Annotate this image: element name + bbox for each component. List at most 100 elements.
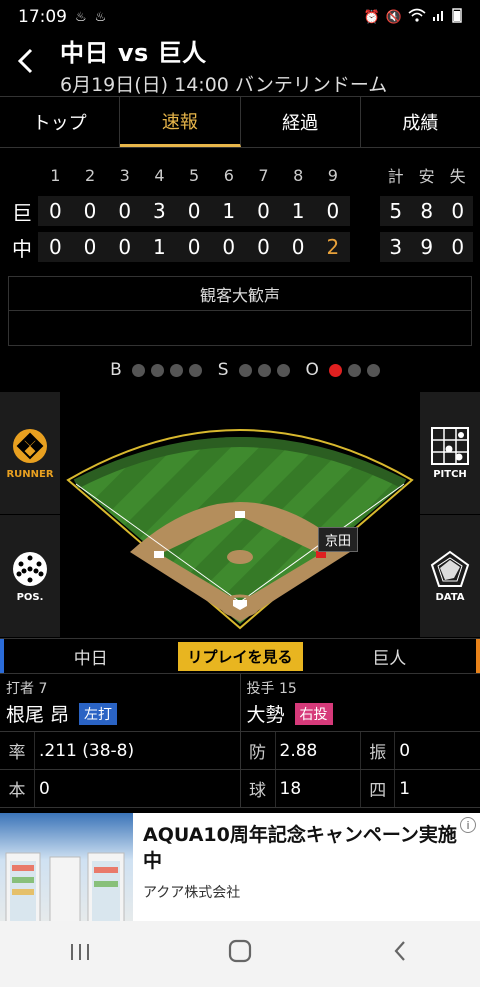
stat-value: 0	[394, 732, 480, 769]
inning-header: 6	[223, 165, 234, 185]
inning-header: 5	[189, 165, 200, 185]
ad-company: アクア株式会社	[143, 885, 241, 902]
pitcher-stats: 防 2.88 振 0 球 18 四 1	[239, 732, 480, 808]
strike-dot	[276, 363, 290, 377]
notification-icon: ♨	[94, 9, 107, 25]
team-abbr: 巨	[12, 200, 32, 225]
status-bar: 17:09 ♨ ♨ ⏰ 🔇	[0, 0, 480, 34]
status-icons: ⏰ 🔇	[364, 7, 462, 27]
inning-score: 0	[176, 232, 212, 262]
out-dot	[347, 363, 361, 377]
batter-name[interactable]: 根尾 昂	[6, 700, 69, 727]
batter-info: 打者 7 根尾 昂 左打	[0, 674, 240, 731]
runner-label: RUNNER	[6, 468, 54, 480]
tab-stats[interactable]: 成績	[361, 97, 480, 147]
pitch-button[interactable]: PITCH	[420, 392, 480, 515]
hits-header: 安	[418, 167, 435, 186]
tab-live[interactable]: 速報	[120, 97, 241, 147]
inning-score: 0	[246, 232, 281, 262]
inning-score-current: 2	[315, 232, 351, 262]
stat-value: 18	[274, 770, 361, 807]
strike-dot	[238, 363, 252, 377]
inning-score: 0	[72, 196, 108, 226]
pitcher-role: 投手 15	[246, 681, 297, 697]
baseball-field: 京田	[60, 392, 420, 638]
inning-header: 9	[327, 165, 338, 185]
right-side-buttons: PITCH DATA	[420, 392, 480, 638]
first-base-occupied	[316, 551, 326, 558]
page-title: 中日 vs 巨人	[60, 39, 207, 67]
pitcher-hand-badge: 右投	[294, 702, 333, 725]
inning-score: 0	[280, 232, 316, 262]
inning-score: 0	[38, 232, 73, 262]
total-errors: 0	[442, 232, 474, 262]
teams-bar: 中日 リプレイを見る 巨人	[0, 638, 480, 674]
inning-score: 0	[176, 196, 212, 226]
batter-name-row: 根尾 昂 左打	[6, 700, 234, 727]
inning-score: 0	[72, 232, 108, 262]
total-runs: 5	[380, 196, 412, 226]
header: 中日 vs 巨人 6月19日(日) 14:00 バンテリンドーム	[0, 34, 480, 96]
field-diagram	[66, 429, 414, 630]
status-left: 17:09 ♨ ♨	[18, 7, 106, 27]
ball-dot	[150, 363, 164, 377]
play-message: 観客大歓声	[9, 277, 471, 311]
recent-apps-icon[interactable]	[50, 939, 110, 969]
total-hits: 9	[411, 232, 443, 262]
pitch-label: PITCH	[433, 468, 467, 480]
tab-progress[interactable]: 経過	[241, 97, 361, 147]
stat-value: 1	[394, 770, 480, 807]
batter-role: 打者 7	[6, 681, 48, 697]
stat-row: 率 .211 (38-8)	[0, 732, 240, 770]
radar-chart-icon	[430, 550, 470, 587]
pitcher-name-row: 大勢 右投	[247, 700, 475, 727]
wifi-icon	[408, 8, 426, 26]
stat-key: 球	[249, 781, 266, 801]
inning-header: 4	[154, 165, 165, 185]
away-team-color	[476, 639, 480, 673]
position-button[interactable]: POS.	[0, 515, 60, 638]
pitcher-name[interactable]: 大勢	[247, 700, 285, 727]
ad-info-icon[interactable]: i	[460, 817, 476, 833]
scoreboard-row-home: 中 0 0 0 1 0 0 0 0 2 3 9 0	[6, 230, 474, 264]
total-header: 計	[387, 167, 404, 186]
inning-header: 1	[50, 165, 61, 185]
runner-icon	[13, 428, 47, 463]
inning-header: 8	[293, 165, 304, 185]
ball-count: B S O	[0, 348, 480, 392]
total-errors: 0	[442, 196, 474, 226]
home-icon[interactable]	[210, 939, 270, 970]
field-area: RUNNER POS. 京田 PITCH DATA	[0, 392, 480, 638]
stat-key: 本	[8, 781, 26, 801]
third-base	[154, 551, 164, 558]
stat-row: 防 2.88 振 0	[240, 732, 480, 770]
inning-header: 2	[84, 165, 96, 185]
title-wrap: 中日 vs 巨人 6月19日(日) 14:00 バンテリンドーム	[60, 33, 387, 97]
ball-dot	[188, 363, 202, 377]
back-icon[interactable]	[14, 47, 54, 83]
stat-row: 本 0	[0, 770, 240, 808]
out-dot	[328, 363, 342, 377]
data-button[interactable]: DATA	[420, 515, 480, 638]
strike-dot	[257, 363, 271, 377]
replay-button[interactable]: リプレイを見る	[177, 641, 303, 671]
back-nav-icon[interactable]	[370, 939, 430, 969]
position-icon	[13, 551, 47, 586]
stat-key: 防	[249, 743, 266, 763]
runner-name-tag: 京田	[318, 527, 359, 552]
battery-icon	[452, 7, 462, 27]
ad-title: AQUA10周年記念キャンペーン実施中	[143, 824, 457, 872]
tab-bar: トップ 速報 経過 成績	[0, 96, 480, 148]
tab-top[interactable]: トップ	[0, 97, 121, 147]
total-runs: 3	[380, 232, 412, 262]
stat-key: 四	[360, 770, 394, 807]
ball-dot	[131, 363, 145, 377]
inning-score: 0	[107, 232, 143, 262]
pitch-grid-icon	[431, 426, 469, 465]
errors-header: 失	[449, 167, 466, 186]
inning-score: 0	[38, 196, 73, 226]
ball-label: B	[110, 360, 122, 380]
strike-label: S	[217, 360, 229, 380]
runner-button[interactable]: RUNNER	[0, 392, 60, 515]
inning-header: 3	[119, 165, 130, 185]
